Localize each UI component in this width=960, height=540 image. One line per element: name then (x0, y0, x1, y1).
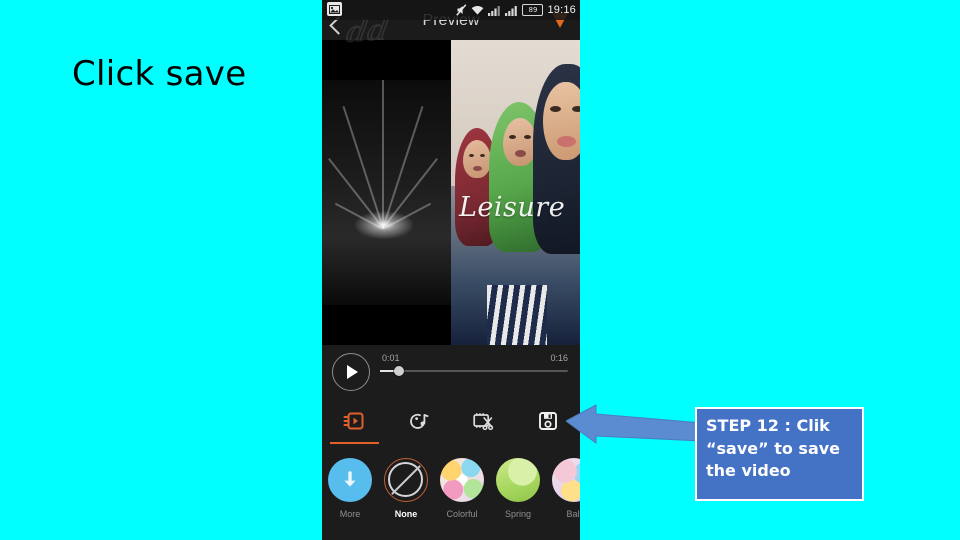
spring-filter-thumb (496, 458, 540, 502)
filter-item[interactable]: None (378, 458, 434, 519)
status-bar: 89 19:16 (322, 0, 580, 20)
status-bar-clock: 19:16 (547, 4, 576, 16)
video-watermark: Leisure (459, 192, 566, 223)
callout-text: STEP 12 : Clik “save” to save the video (706, 415, 853, 483)
tab-effects[interactable] (322, 398, 387, 444)
filter-label: Spring (504, 509, 531, 519)
video-right-half: Leisure (451, 40, 580, 345)
signal-bars-icon (505, 5, 518, 16)
filter-item[interactable]: Spring (490, 458, 546, 519)
letterbox-top (322, 40, 451, 80)
filter-item[interactable]: Ball (546, 458, 580, 519)
image-icon (327, 2, 342, 16)
current-time-label: 0:01 (382, 353, 400, 363)
seek-handle[interactable] (393, 366, 404, 376)
person-center-face (503, 118, 537, 166)
striped-shirt (487, 285, 547, 345)
slide-canvas: Click save Leisure ⅆⅆ Preview 89 19:16 0… (0, 0, 960, 540)
video-left-half (322, 40, 451, 345)
player-bar: 0:01 0:16 (322, 345, 580, 398)
filter-item[interactable]: Colorful (434, 458, 490, 519)
filter-label: More (339, 509, 361, 519)
signal-bars-icon (488, 5, 501, 16)
callout-line-3: the video (706, 461, 791, 481)
total-time-label: 0:16 (550, 353, 568, 363)
person-left-face (463, 140, 491, 178)
ball-filter-thumb (552, 458, 580, 502)
callout-line-1: STEP 12 : Clik (706, 416, 830, 435)
mute-icon (456, 4, 467, 16)
callout-arrow (565, 399, 703, 447)
filter-label: Ball (566, 509, 580, 519)
colorful-filter-thumb (440, 458, 484, 502)
save-floppy-icon (538, 412, 557, 430)
filter-carousel[interactable]: More None Colorful Spring Ball (322, 444, 580, 540)
tab-trim[interactable] (451, 398, 516, 444)
effects-icon (343, 412, 364, 430)
none-filter-icon (384, 458, 428, 502)
filter-label: None (394, 509, 418, 519)
person-right-face (543, 82, 580, 160)
filter-item[interactable]: More (322, 458, 378, 519)
tab-music[interactable] (387, 398, 452, 444)
phone-screenshot: Leisure ⅆⅆ Preview 89 19:16 0:01 0:16 Mo… (322, 0, 580, 540)
play-button[interactable] (332, 353, 370, 391)
video-preview[interactable]: Leisure (322, 40, 580, 345)
page-title: Click save (72, 54, 247, 94)
download-circle-icon (328, 458, 372, 502)
music-icon (409, 413, 429, 429)
filter-label: Colorful (446, 509, 478, 519)
seek-slider[interactable] (380, 366, 568, 376)
callout-line-2: “save” to save (706, 438, 841, 458)
play-icon (347, 365, 358, 379)
light-flare (322, 80, 451, 305)
battery-icon: 89 (522, 4, 544, 16)
callout-box: STEP 12 : Clik “save” to save the video (695, 407, 864, 501)
editor-tab-bar (322, 398, 580, 444)
wifi-icon (472, 5, 484, 15)
trim-scissors-icon (473, 413, 494, 431)
